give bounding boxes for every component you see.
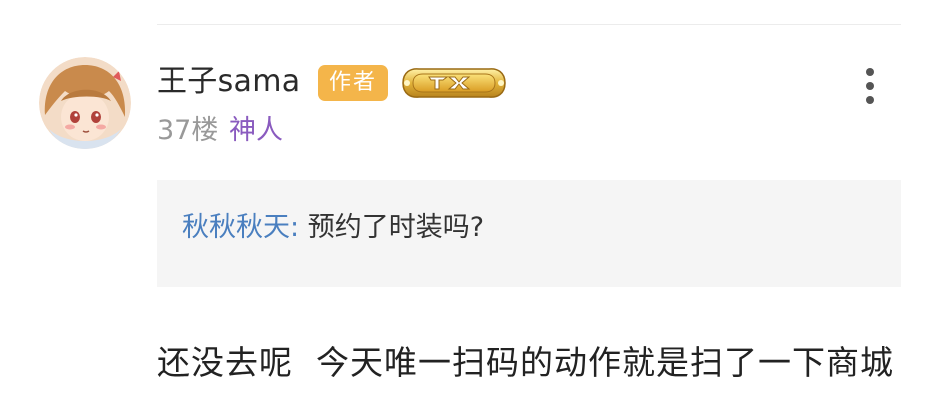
quoted-author[interactable]: 秋秋秋天: xyxy=(182,212,299,243)
username[interactable]: 王子sama xyxy=(157,62,300,102)
more-dot xyxy=(866,82,874,90)
more-vertical-icon[interactable] xyxy=(853,64,887,108)
avatar[interactable] xyxy=(39,57,131,149)
quoted-text: 预约了时装吗? xyxy=(307,212,485,243)
quoted-reply-line: 秋秋秋天: 预约了时装吗? xyxy=(182,210,484,246)
more-dot xyxy=(866,68,874,76)
more-dot xyxy=(866,96,874,104)
quoted-reply[interactable]: 秋秋秋天: 预约了时装吗? xyxy=(157,180,901,287)
author-badge: 作者 xyxy=(318,65,388,101)
post-body-text: 还没去呢 今天唯一扫码的动作就是扫了一下商城 xyxy=(157,343,894,382)
level-shield-icon xyxy=(399,64,509,102)
rank-title: 神人 xyxy=(229,115,283,146)
top-divider xyxy=(157,24,901,25)
floor-number: 37楼 xyxy=(157,115,219,146)
avatar-image xyxy=(39,57,131,149)
